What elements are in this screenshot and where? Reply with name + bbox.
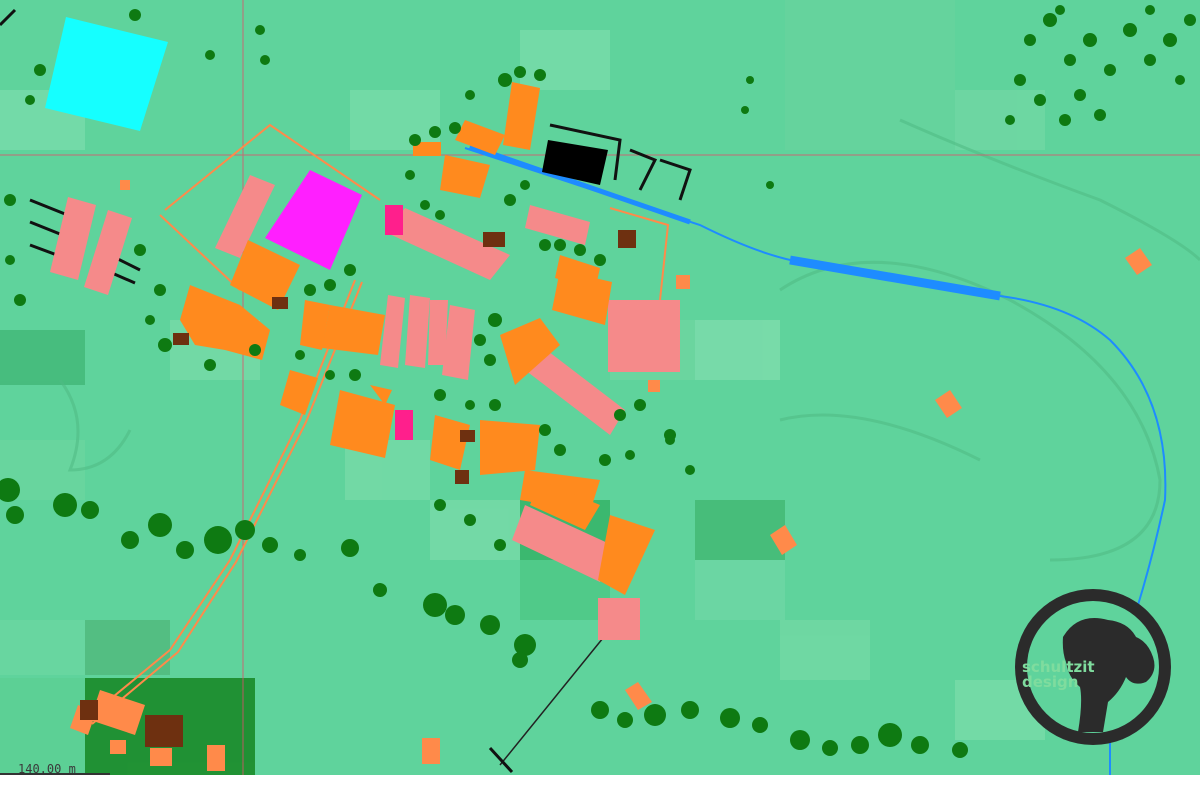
brand-logo: schultzit design <box>1008 582 1178 752</box>
scale-label: 140.00 m <box>18 762 76 775</box>
map-viewport[interactable]: 140.00 m schultzit design <box>0 0 1200 775</box>
logo-text-line2: design <box>1022 673 1079 691</box>
logo-text: schultzit design <box>1022 660 1095 690</box>
bottom-strip <box>0 775 1200 802</box>
